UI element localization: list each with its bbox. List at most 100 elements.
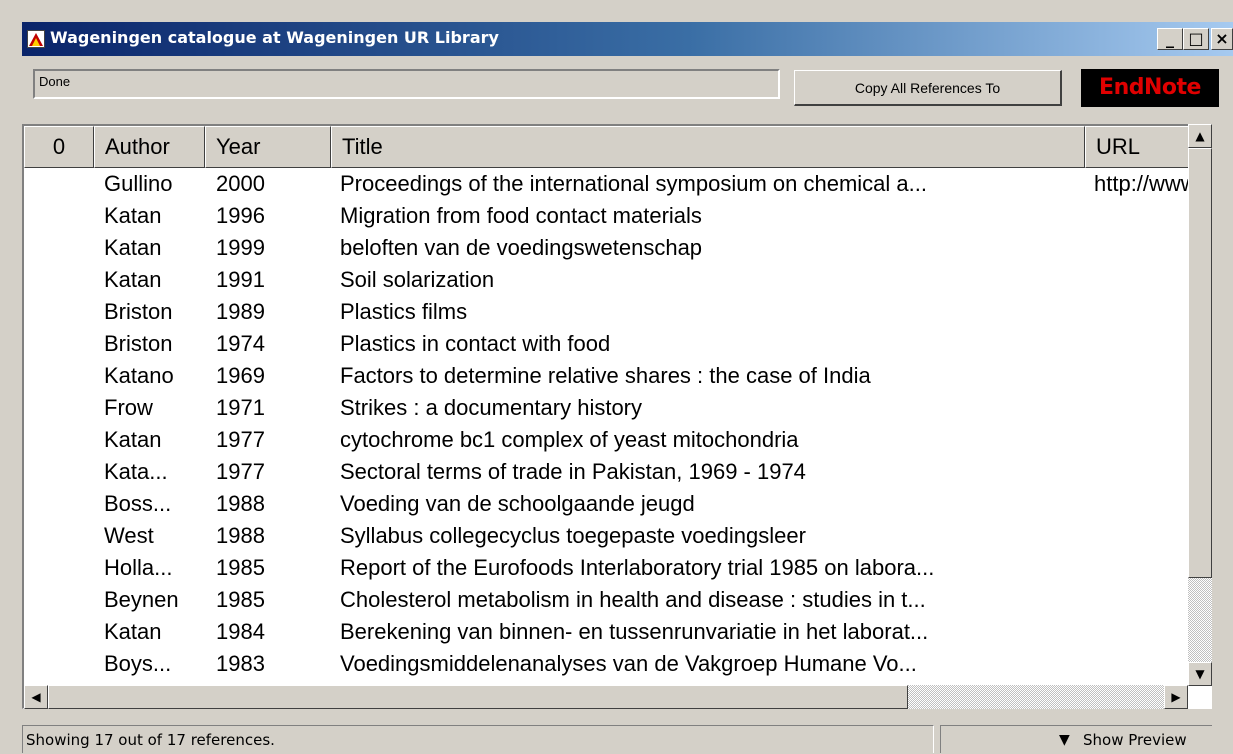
copy-all-references-button[interactable]: Copy All References To <box>794 70 1062 106</box>
vertical-scrollbar[interactable]: ▲ ▼ <box>1188 124 1212 686</box>
cell-title: Voedingsmiddelenanalyses van de Vakgroep… <box>340 651 917 676</box>
table-row[interactable]: Boss... 1988 Voeding van de schoolgaande j… <box>24 488 1190 520</box>
cell-title: Report of the Eurofoods Interlaboratory … <box>340 555 935 580</box>
endnote-logo[interactable]: EndNote <box>1081 69 1219 107</box>
cell-title: Syllabus collegecyclus toegepaste voedin… <box>340 523 806 548</box>
table-row[interactable]: Briston 1974 Plastics in contact with food <box>24 328 1190 360</box>
cell-year: 1985 <box>216 587 265 612</box>
table-row[interactable]: West 1988 Syllabus collegecyclus toegepast… <box>24 520 1190 552</box>
endnote-connection-window: Wageningen catalogue at Wageningen UR Li… <box>0 0 1233 753</box>
cell-year: 1996 <box>216 203 265 228</box>
table-row[interactable]: Katano 1969 Factors to determine relative … <box>24 360 1190 392</box>
cell-url <box>1094 328 1190 360</box>
table-row[interactable]: Katan 1984 Berekening van binnen- en tusse… <box>24 616 1190 648</box>
cell-title: Voeding van de schoolgaande jeugd <box>340 491 695 516</box>
cell-year: 1988 <box>216 491 265 516</box>
column-header-title[interactable]: Title <box>331 126 1085 168</box>
table-row[interactable]: Katan 1977 cytochrome bc1 complex of yeast… <box>24 424 1190 456</box>
maximize-button[interactable]: □ <box>1183 28 1209 50</box>
cell-url <box>1094 200 1190 232</box>
column-header-attachment[interactable]: 0 <box>24 126 94 168</box>
cell-title: Factors to determine relative shares : t… <box>340 363 871 388</box>
cell-url <box>1094 616 1190 648</box>
horizontal-scroll-thumb[interactable] <box>48 685 908 709</box>
cell-year: 1971 <box>216 395 265 420</box>
cell-author: Gullino <box>104 171 173 196</box>
cell-title: Migration from food contact materials <box>340 203 702 228</box>
cell-url <box>1094 264 1190 296</box>
table-row[interactable]: Gullino 2000 Proceedings of the internatio… <box>24 168 1190 200</box>
cell-year: 2000 <box>216 171 265 196</box>
cell-url: http://www <box>1094 171 1190 196</box>
cell-author: Katan <box>104 235 162 260</box>
cell-title: Soil solarization <box>340 267 495 292</box>
cell-title: Plastics films <box>340 299 468 324</box>
cell-url <box>1094 520 1190 552</box>
cell-title: Proceedings of the international symposi… <box>340 171 927 196</box>
column-header-author[interactable]: Author <box>94 126 205 168</box>
cell-author: Boss... <box>104 491 172 516</box>
cell-url <box>1094 296 1190 328</box>
table-header: 0 Author Year Title URL <box>24 126 1211 168</box>
cell-url <box>1094 648 1190 680</box>
cell-year: 1988 <box>216 523 265 548</box>
table-row[interactable]: Kata... 1977 Sectoral terms of trade in Pa… <box>24 456 1190 488</box>
cell-url <box>1094 392 1190 424</box>
paperclip-icon: 0 <box>52 134 66 159</box>
table-row[interactable]: Frow 1971 Strikes : a documentary history <box>24 392 1190 424</box>
cell-url <box>1094 424 1190 456</box>
cell-year: 1969 <box>216 363 265 388</box>
cell-author: Katan <box>104 427 162 452</box>
cell-author: Kata... <box>104 459 168 484</box>
cell-url <box>1094 232 1190 264</box>
cell-author: Briston <box>104 299 173 324</box>
cell-url <box>1094 360 1190 392</box>
cell-url <box>1094 456 1190 488</box>
status-bar: Showing 17 out of 17 references. ▼ Show … <box>22 723 1212 753</box>
reference-rows: Gullino 2000 Proceedings of the internatio… <box>24 168 1190 687</box>
cell-author: Boys... <box>104 651 172 676</box>
cell-year: 1974 <box>216 331 265 356</box>
cell-title: cytochrome bc1 complex of yeast mitochon… <box>340 427 799 452</box>
table-row[interactable]: Boys... 1983 Voedingsmiddelenanalyses van … <box>24 648 1190 680</box>
horizontal-scrollbar[interactable]: ◀ ▶ <box>24 685 1188 709</box>
cell-year: 1991 <box>216 267 265 292</box>
table-row[interactable]: Holla... 1985 Report of the Eurofoods Inte… <box>24 552 1190 584</box>
table-row[interactable]: Katan 1999 beloften van de voedingswetensc… <box>24 232 1190 264</box>
cell-year: 1989 <box>216 299 265 324</box>
cell-year: 1977 <box>216 427 265 452</box>
cell-url <box>1094 552 1190 584</box>
window-title: Wageningen catalogue at Wageningen UR Li… <box>50 28 499 47</box>
cell-title: Berekening van binnen- en tussenrunvaria… <box>340 619 929 644</box>
cell-title: Plastics in contact with food <box>340 331 611 356</box>
minimize-button[interactable]: _ <box>1157 28 1183 50</box>
scroll-left-arrow-icon[interactable]: ◀ <box>24 685 48 709</box>
cell-author: Katano <box>104 363 174 388</box>
vertical-scroll-track[interactable] <box>1188 148 1212 662</box>
vertical-scroll-thumb[interactable] <box>1188 148 1212 578</box>
cell-title: Cholesterol metabolism in health and dis… <box>340 587 926 612</box>
cell-year: 1999 <box>216 235 265 260</box>
connection-status-field: Done <box>33 69 780 99</box>
table-row[interactable]: Briston 1989 Plastics films <box>24 296 1190 328</box>
column-header-year[interactable]: Year <box>205 126 331 168</box>
scroll-down-arrow-icon[interactable]: ▼ <box>1188 662 1212 686</box>
cell-author: Briston <box>104 331 173 356</box>
cell-year: 1985 <box>216 555 265 580</box>
table-row[interactable]: Beynen 1985 Cholesterol metabolism in heal… <box>24 584 1190 616</box>
cell-author: Beynen <box>104 587 179 612</box>
show-preview-toggle[interactable]: ▼ Show Preview <box>940 725 1212 753</box>
cell-year: 1983 <box>216 651 265 676</box>
title-bar[interactable]: Wageningen catalogue at Wageningen UR Li… <box>22 22 1233 56</box>
close-button[interactable]: × <box>1211 28 1233 50</box>
double-chevron-down-icon: ▼ <box>1059 732 1070 748</box>
table-row[interactable]: Katan 1991 Soil solarization <box>24 264 1190 296</box>
scroll-right-arrow-icon[interactable]: ▶ <box>1164 685 1188 709</box>
scroll-up-arrow-icon[interactable]: ▲ <box>1188 124 1212 148</box>
table-row[interactable]: Katan 1996 Migration from food contact mat… <box>24 200 1190 232</box>
cell-author: Katan <box>104 267 162 292</box>
endnote-app-icon[interactable] <box>27 30 45 48</box>
cell-year: 1984 <box>216 619 265 644</box>
reference-list[interactable]: 0 Author Year Title URL Gullino 2000 Proce… <box>22 124 1212 709</box>
horizontal-scroll-track[interactable] <box>48 685 1164 709</box>
